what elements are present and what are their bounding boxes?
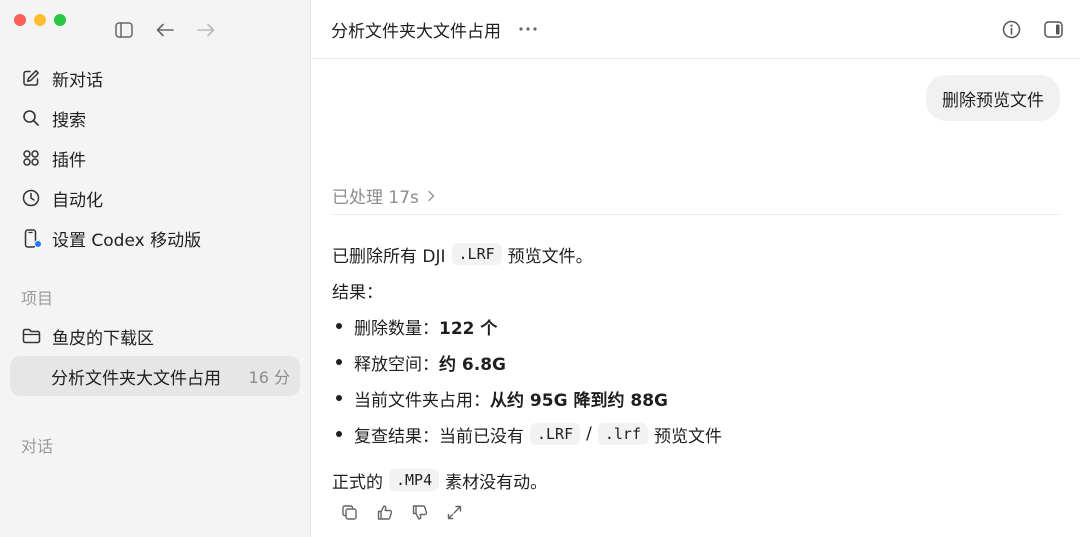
bullet-value: 约 6.8G xyxy=(439,354,506,375)
inline-code: .LRF xyxy=(530,423,581,445)
toggle-sidebar-icon[interactable] xyxy=(113,19,135,41)
thumbs-down-icon[interactable] xyxy=(409,502,429,522)
bullet-dot xyxy=(336,323,342,329)
header-actions xyxy=(1000,18,1064,40)
response-footer: 正式的 .MP4 素材没有动。 xyxy=(332,462,1052,498)
sidebar-item-search[interactable]: 搜索 xyxy=(10,98,300,138)
projects-section-label: 项目 xyxy=(21,289,54,308)
project-item[interactable]: 鱼皮的下载区 xyxy=(10,316,300,356)
footer-text: 正式的 xyxy=(332,472,383,493)
chevron-right-icon xyxy=(427,190,435,202)
compose-icon xyxy=(21,68,41,88)
more-options-icon[interactable] xyxy=(519,27,537,31)
bullet-dot xyxy=(336,431,342,437)
list-item: 释放空间： 约 6.8G xyxy=(332,344,1052,380)
minimize-window-button[interactable] xyxy=(34,14,46,26)
inline-code: .lrf xyxy=(597,423,648,445)
copy-icon[interactable] xyxy=(339,502,359,522)
bullet-value: 从约 95G 降到约 88G xyxy=(490,390,668,411)
folder-icon xyxy=(21,326,41,346)
bullet-dot xyxy=(336,395,342,401)
list-item: 复查结果： 当前已没有 .LRF / .lrf 预览文件 xyxy=(332,416,1052,452)
list-item: 当前文件夹占用： 从约 95G 降到约 88G xyxy=(332,380,1052,416)
close-window-button[interactable] xyxy=(14,14,26,26)
sidebar-item-new-chat[interactable]: 新对话 xyxy=(10,58,300,98)
result-label: 结果： xyxy=(332,282,383,303)
notification-dot xyxy=(34,240,42,248)
assistant-response: 已删除所有 DJI .LRF 预览文件。 结果： 删除数量： 122 个 释放空… xyxy=(332,236,1052,498)
footer-text-end: 素材没有动。 xyxy=(445,472,548,493)
header: 分析文件夹大文件占用 xyxy=(312,0,1080,59)
bullet-label: 删除数量： xyxy=(354,318,439,339)
thread-item-active[interactable]: 分析文件夹大文件占用 16 分 xyxy=(10,356,300,396)
divider xyxy=(332,214,1060,215)
processed-status-toggle[interactable]: 已处理 17s xyxy=(332,183,435,208)
share-icon[interactable] xyxy=(444,502,464,522)
list-item: 删除数量： 122 个 xyxy=(332,308,1052,344)
inline-code: .LRF xyxy=(451,243,502,265)
inline-code: .MP4 xyxy=(389,469,440,491)
response-intro: 已删除所有 DJI .LRF 预览文件。 xyxy=(332,236,1052,272)
back-arrow-icon[interactable] xyxy=(154,19,176,41)
thumbs-up-icon[interactable] xyxy=(374,502,394,522)
main-panel: 分析文件夹大文件占用 删除预览文件 已处理 17s 已删除所有 DJI .LRF… xyxy=(312,0,1080,537)
clock-icon xyxy=(21,188,41,208)
sidebar-item-label: 自动化 xyxy=(52,190,103,211)
sidebar: 新对话 搜索 插件 自动化 设置 Codex 移动版 项目 鱼皮的下载区 分析文… xyxy=(0,0,311,537)
sidebar-item-plugins[interactable]: 插件 xyxy=(10,138,300,178)
sidebar-item-mobile-setup[interactable]: 设置 Codex 移动版 xyxy=(10,218,300,258)
separator-text: / xyxy=(586,424,592,444)
sidebar-item-label: 设置 Codex 移动版 xyxy=(52,230,202,251)
search-icon xyxy=(21,108,41,128)
info-icon[interactable] xyxy=(1000,18,1022,40)
page-title: 分析文件夹大文件占用 xyxy=(331,21,501,42)
projects-list: 鱼皮的下载区 分析文件夹大文件占用 16 分 xyxy=(10,316,300,396)
thread-time: 16 分 xyxy=(248,368,290,387)
window-controls xyxy=(14,14,66,26)
bullet-dot xyxy=(336,359,342,365)
bullet-text-end: 预览文件 xyxy=(653,426,722,447)
sidebar-item-label: 搜索 xyxy=(52,110,86,131)
sidebar-item-automation[interactable]: 自动化 xyxy=(10,178,300,218)
bullet-value: 122 个 xyxy=(439,318,498,339)
phone-icon xyxy=(21,228,42,248)
bullet-text: 当前已没有 xyxy=(439,426,524,447)
processed-label: 已处理 17s xyxy=(332,188,419,208)
thread-label: 分析文件夹大文件占用 xyxy=(51,368,221,389)
intro-text-end: 预览文件。 xyxy=(507,246,593,267)
conversations-section-label: 对话 xyxy=(21,437,54,456)
sidebar-item-label: 新对话 xyxy=(52,70,103,91)
sidebar-toolbar xyxy=(113,19,217,41)
plugins-icon xyxy=(21,148,41,168)
user-message-bubble: 删除预览文件 xyxy=(926,75,1060,121)
bullet-label: 当前文件夹占用： xyxy=(354,390,490,411)
intro-text: 已删除所有 DJI xyxy=(332,246,446,267)
forward-arrow-icon[interactable] xyxy=(195,19,217,41)
message-actions xyxy=(339,502,464,522)
project-label: 鱼皮的下载区 xyxy=(52,328,154,349)
bullet-label: 复查结果： xyxy=(354,426,439,447)
zoom-window-button[interactable] xyxy=(54,14,66,26)
sidebar-item-label: 插件 xyxy=(52,150,86,171)
bullet-label: 释放空间： xyxy=(354,354,439,375)
toggle-panel-icon[interactable] xyxy=(1042,18,1064,40)
sidebar-nav: 新对话 搜索 插件 自动化 设置 Codex 移动版 xyxy=(10,58,300,258)
